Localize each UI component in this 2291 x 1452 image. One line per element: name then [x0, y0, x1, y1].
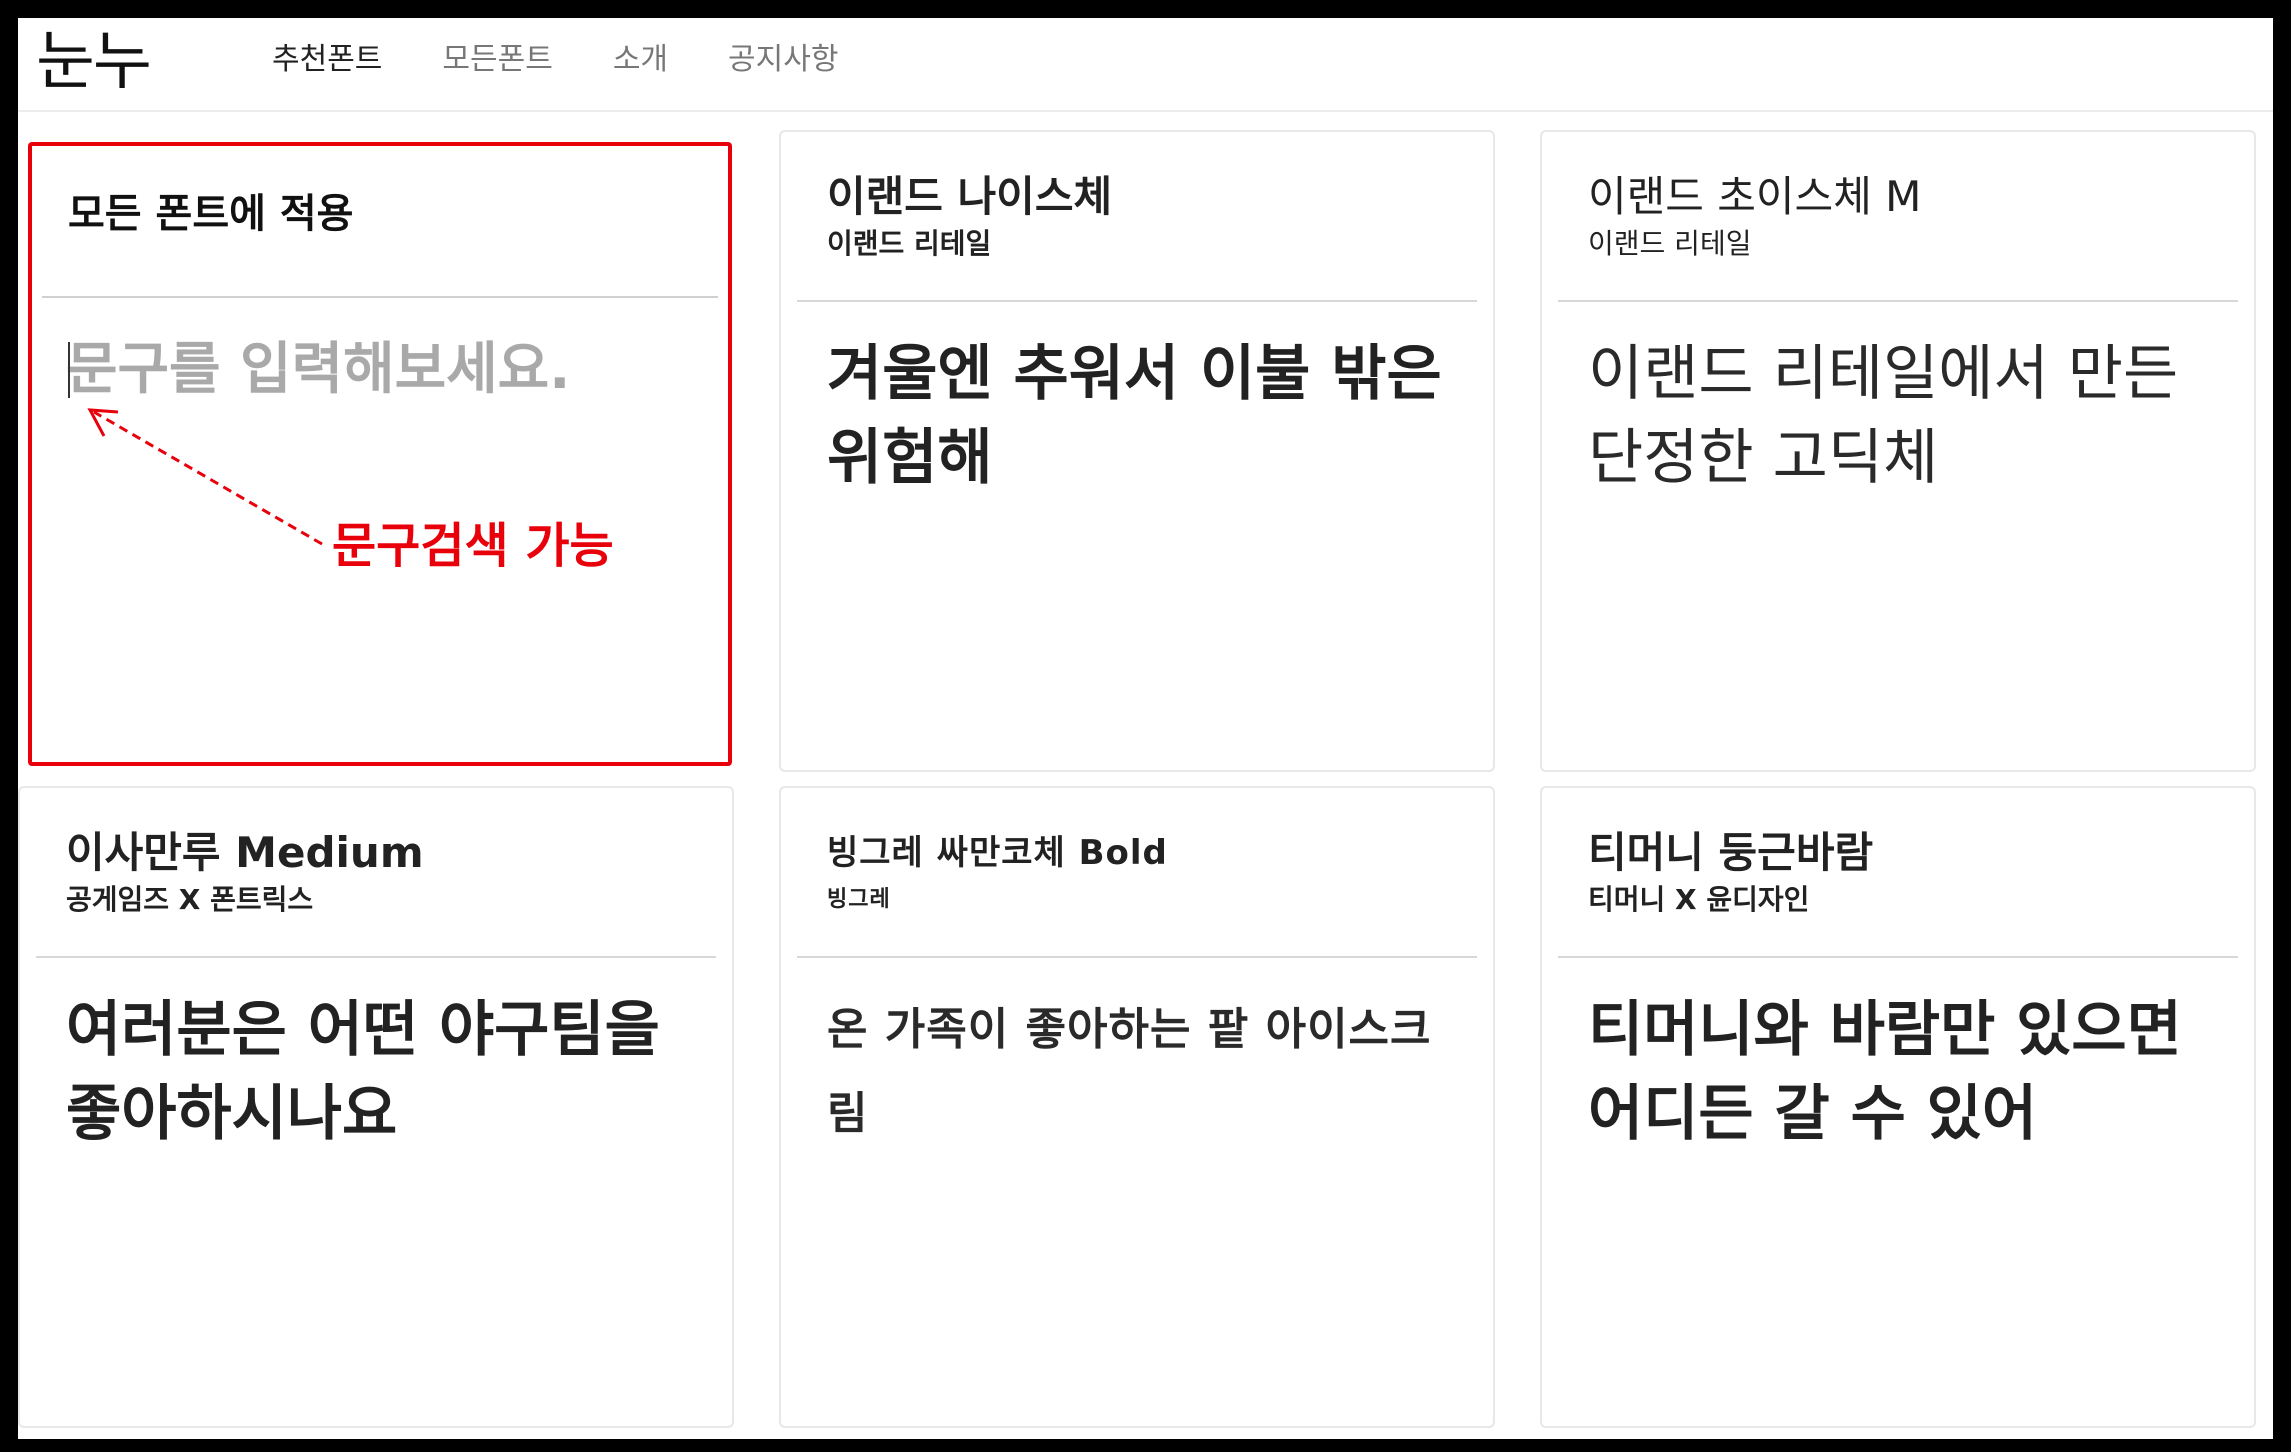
- font-card[interactable]: 이랜드 나이스체 이랜드 리테일 겨울엔 추워서 이불 밖은 위험해: [779, 130, 1495, 772]
- font-author: 이랜드 리테일: [1588, 227, 1752, 260]
- nav-notices[interactable]: 공지사항: [728, 40, 838, 80]
- font-card-header: 이랜드 초이스체 M 이랜드 리테일: [1542, 132, 2254, 266]
- main-nav: 추천폰트 모든폰트 소개 공지사항: [272, 40, 898, 80]
- divider: [42, 296, 718, 298]
- font-card-header: 이랜드 나이스체 이랜드 리테일: [781, 132, 1493, 266]
- annotation-label: 문구검색 가능: [332, 518, 614, 574]
- font-card-header: 빙그레 싸만코체 Bold 빙그레: [781, 788, 1493, 922]
- font-sample: 온 가족이 좋아하는 팥 아이스크림: [827, 1004, 1432, 1139]
- font-sample: 겨울엔 추워서 이불 밖은 위험해: [827, 339, 1442, 493]
- divider: [36, 956, 716, 958]
- apply-all-title: 모든 폰트에 적용: [68, 191, 354, 237]
- font-name: 이랜드 나이스체: [827, 172, 1113, 221]
- phrase-input[interactable]: [66, 324, 686, 414]
- font-sample: 티머니와 바람만 있으면 어디든 갈 수 있어: [1588, 995, 2182, 1149]
- font-card[interactable]: 티머니 둥근바람 티머니 X 윤디자인 티머니와 바람만 있으면 어디든 갈 수…: [1540, 786, 2256, 1428]
- font-sample: 여러분은 어떤 야구팀을 좋아하시나요: [66, 995, 660, 1149]
- font-name: 이사만루 Medium: [66, 828, 424, 877]
- font-card-header: 이사만루 Medium 공게임즈 X 폰트릭스: [20, 788, 732, 922]
- nav-about[interactable]: 소개: [613, 40, 668, 80]
- divider: [797, 300, 1477, 302]
- font-author: 이랜드 리테일: [827, 227, 992, 260]
- font-name: 이랜드 초이스체 M: [1588, 172, 1922, 221]
- font-card-header: 티머니 둥근바람 티머니 X 윤디자인: [1542, 788, 2254, 922]
- nav-all-fonts[interactable]: 모든폰트: [442, 40, 552, 80]
- divider: [797, 956, 1477, 958]
- site-logo[interactable]: 눈누: [36, 22, 152, 102]
- font-name: 티머니 둥근바람: [1588, 828, 1874, 877]
- font-card[interactable]: 빙그레 싸만코체 Bold 빙그레 온 가족이 좋아하는 팥 아이스크림: [779, 786, 1495, 1428]
- font-author: 공게임즈 X 폰트릭스: [66, 883, 314, 916]
- font-sample: 이랜드 리테일에서 만든 단정한 고딕체: [1588, 339, 2179, 493]
- font-author: 빙그레: [827, 887, 891, 912]
- font-author: 티머니 X 윤디자인: [1588, 883, 1810, 916]
- text-caret: [68, 342, 70, 398]
- page: 눈누 추천폰트 모든폰트 소개 공지사항 모든 폰트에 적용 문구검색 가능 이…: [18, 18, 2273, 1439]
- nav-recommended-fonts[interactable]: 추천폰트: [272, 40, 382, 80]
- font-name: 빙그레 싸만코체 Bold: [827, 833, 1168, 873]
- divider: [1558, 300, 2238, 302]
- apply-all-card: 모든 폰트에 적용 문구검색 가능: [28, 142, 732, 766]
- top-header: 눈누 추천폰트 모든폰트 소개 공지사항: [18, 18, 2273, 112]
- divider: [1558, 956, 2238, 958]
- font-card[interactable]: 이랜드 초이스체 M 이랜드 리테일 이랜드 리테일에서 만든 단정한 고딕체: [1540, 130, 2256, 772]
- font-card[interactable]: 이사만루 Medium 공게임즈 X 폰트릭스 여러분은 어떤 야구팀을 좋아하…: [18, 786, 734, 1428]
